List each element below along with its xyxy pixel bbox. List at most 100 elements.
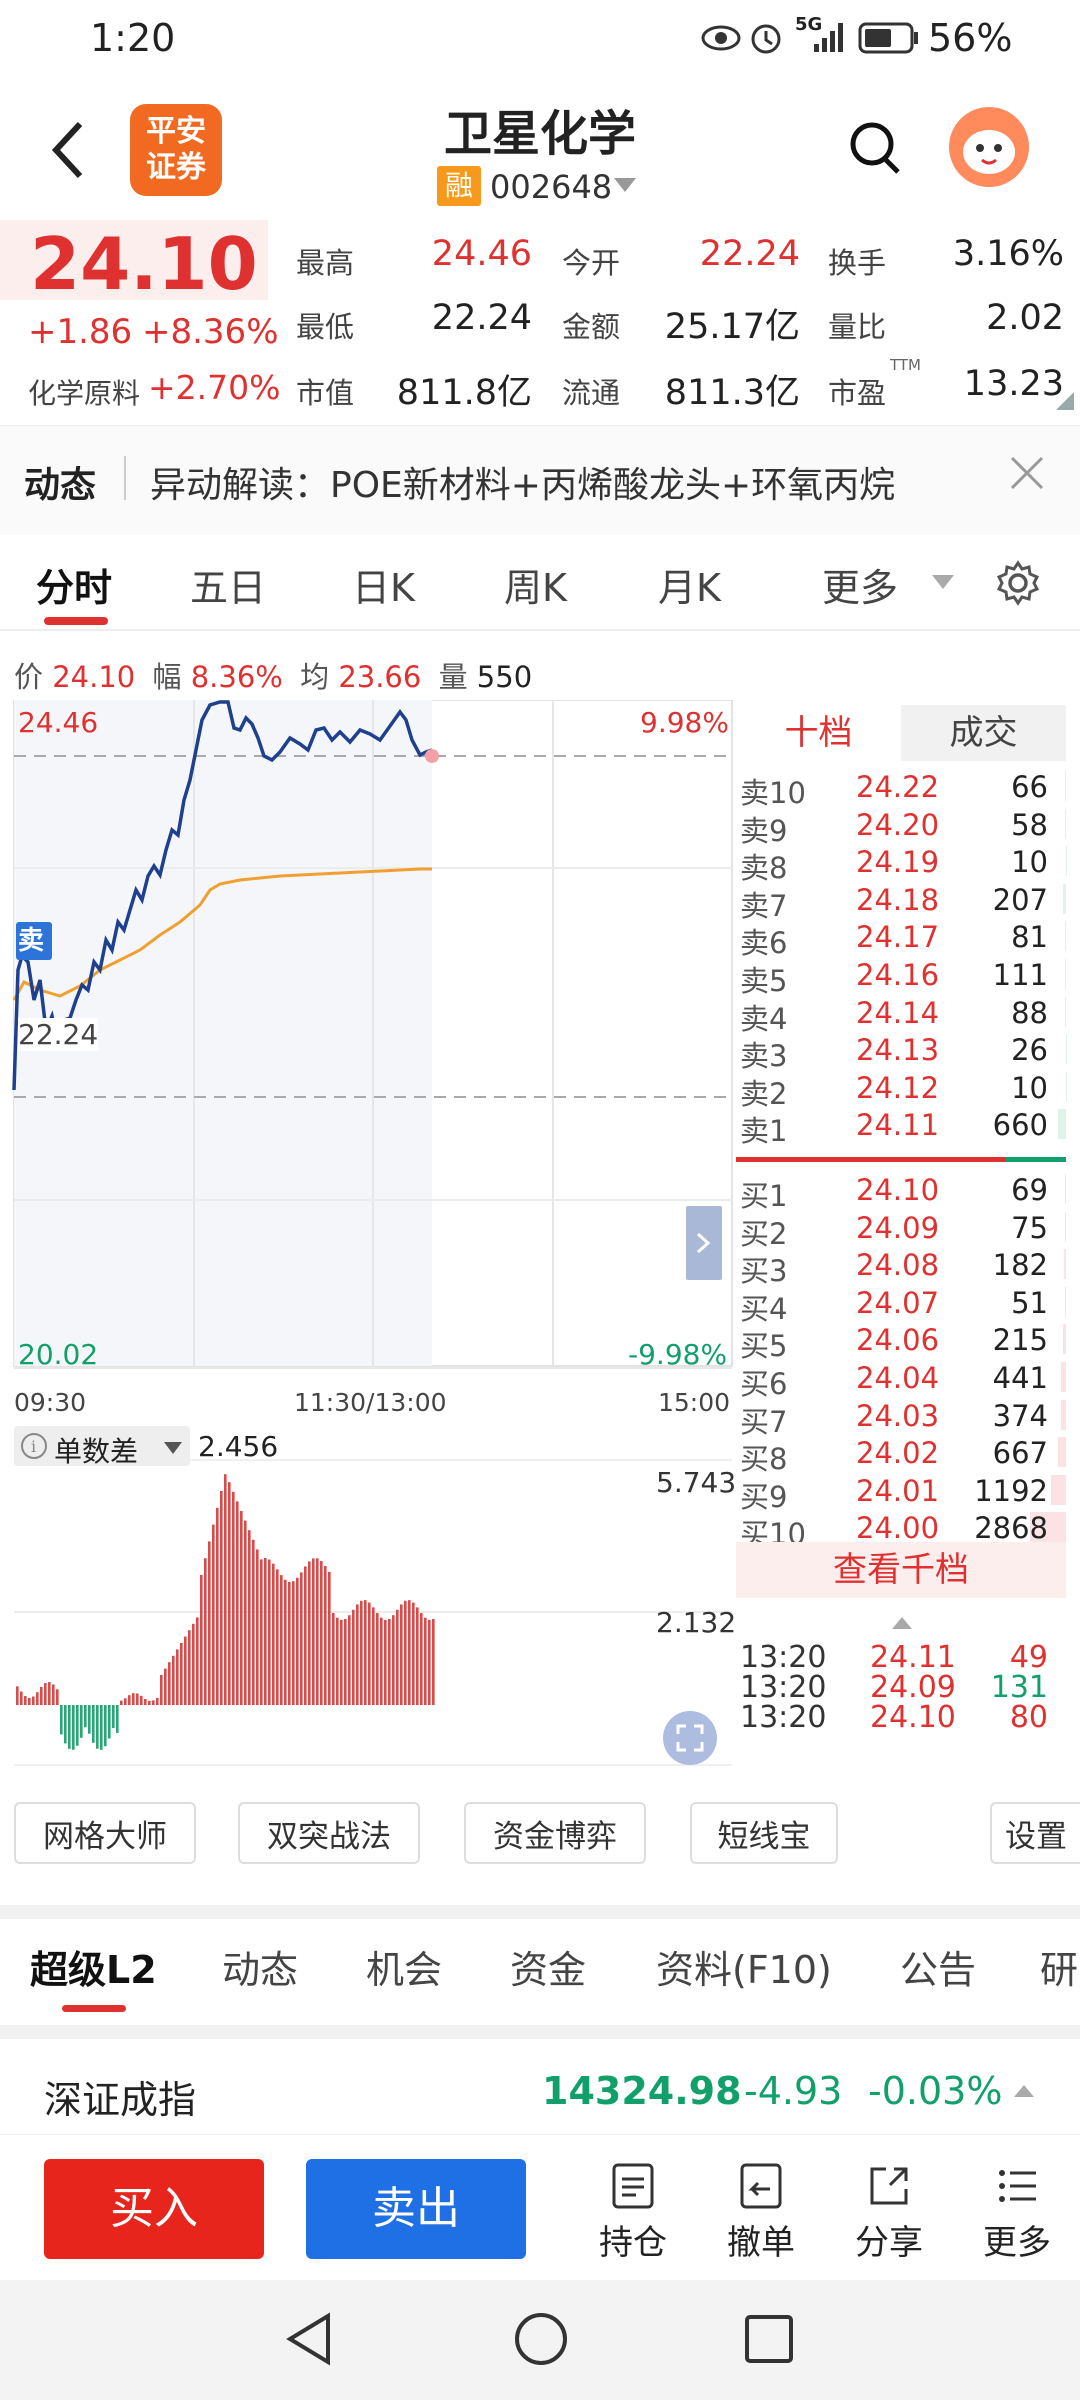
triangle-up-icon[interactable] <box>890 1615 914 1635</box>
level-price: 24.06 <box>856 1323 940 1358</box>
indicator-mid-label: 2.132 <box>656 1606 737 1639</box>
tab-announcements[interactable]: 公告 <box>900 1939 976 1994</box>
ask-row[interactable]: 卖5 24.16 111 <box>736 955 1066 998</box>
tab-intraday[interactable]: 分时 <box>36 557 112 612</box>
histogram-bar <box>364 1600 367 1705</box>
positions-button[interactable]: 持仓 <box>588 2161 678 2264</box>
info-icon[interactable]: i <box>20 1432 48 1464</box>
bid-row[interactable]: 买3 24.08 182 <box>736 1245 1066 1288</box>
tab-opportunity[interactable]: 机会 <box>366 1939 442 1994</box>
level-price: 24.13 <box>856 1033 940 1068</box>
view-depth-button[interactable]: 查看千档 <box>736 1542 1066 1598</box>
ask-row[interactable]: 卖4 24.14 88 <box>736 993 1066 1036</box>
sector-label[interactable]: 化学原料 <box>28 372 140 412</box>
bid-row[interactable]: 买8 24.02 667 <box>736 1433 1066 1476</box>
tab-research[interactable]: 研 <box>1040 1939 1078 1994</box>
tab-news[interactable]: 动态 <box>222 1939 298 1994</box>
share-button[interactable]: 分享 <box>844 2161 934 2264</box>
close-icon[interactable] <box>1008 454 1046 496</box>
triangle-up-icon[interactable] <box>1012 2083 1036 2103</box>
bid-row[interactable]: 买1 24.10 69 <box>736 1170 1066 1213</box>
book-tab-depth[interactable]: 十档 <box>736 705 901 761</box>
qty-bar <box>1065 771 1066 801</box>
recents-nav-icon[interactable] <box>742 2312 796 2370</box>
tab-funds[interactable]: 资金 <box>510 1939 586 1994</box>
home-nav-icon[interactable] <box>512 2310 570 2372</box>
ask-row[interactable]: 卖2 24.12 10 <box>736 1068 1066 1111</box>
level-price: 24.12 <box>856 1070 940 1105</box>
back-nav-icon[interactable] <box>282 2310 336 2372</box>
margin-badge: 融 <box>437 166 481 206</box>
tab-f10[interactable]: 资料(F10) <box>656 1939 832 1994</box>
bid-row[interactable]: 买7 24.03 374 <box>736 1396 1066 1439</box>
tab-five-day[interactable]: 五日 <box>190 557 266 612</box>
news-label: 动态 <box>24 465 97 506</box>
tab-super-l2[interactable]: 超级L2 <box>30 1939 157 1994</box>
histogram-bar <box>284 1579 287 1705</box>
qty-bar <box>1065 1286 1066 1317</box>
bid-row[interactable]: 买4 24.07 51 <box>736 1283 1066 1326</box>
bid-row[interactable]: 买10 24.00 2868 <box>736 1508 1066 1551</box>
histogram-bar <box>416 1607 419 1705</box>
search-icon[interactable] <box>848 120 904 182</box>
tool-short-line[interactable]: 短线宝 <box>690 1802 838 1864</box>
fullscreen-icon[interactable] <box>662 1710 718 1770</box>
level-price: 24.17 <box>856 920 940 955</box>
chevron-down-icon[interactable] <box>930 573 956 595</box>
ask-row[interactable]: 卖1 24.11 660 <box>736 1105 1066 1148</box>
tab-more[interactable]: 更多 <box>822 557 898 612</box>
cancel-order-button[interactable]: 撤单 <box>716 2161 806 2264</box>
chart-avg-value: 23.66 <box>338 660 422 694</box>
tab-active-indicator <box>44 617 108 625</box>
ask-row[interactable]: 卖3 24.13 26 <box>736 1030 1066 1073</box>
svg-text:i: i <box>31 1437 36 1456</box>
tab-weekly-k[interactable]: 周K <box>504 557 567 612</box>
more-button[interactable]: 更多 <box>972 2161 1062 2264</box>
gear-icon[interactable] <box>994 559 1042 611</box>
bid-row[interactable]: 买5 24.06 215 <box>736 1320 1066 1363</box>
tool-grid-master[interactable]: 网格大师 <box>14 1802 196 1864</box>
bid-row[interactable]: 买2 24.09 75 <box>736 1208 1066 1251</box>
level-qty: 207 <box>992 882 1048 917</box>
ask-row[interactable]: 卖8 24.19 10 <box>736 842 1066 885</box>
histogram-bar <box>304 1566 307 1705</box>
avatar[interactable] <box>948 106 1030 192</box>
chevron-down-icon[interactable] <box>612 176 638 198</box>
open-value: 22.24 <box>699 234 800 274</box>
ask-row[interactable]: 卖6 24.17 81 <box>736 917 1066 960</box>
ask-row[interactable]: 卖10 24.22 66 <box>736 767 1066 810</box>
chart-range-label: 幅 <box>152 660 182 694</box>
index-ticker[interactable]: 深证成指 14324.98 -4.93 -0.03% <box>0 2025 1080 2135</box>
ask-row[interactable]: 卖7 24.18 207 <box>736 880 1066 923</box>
sell-button[interactable]: 卖出 <box>306 2159 526 2259</box>
histogram-bar <box>396 1609 399 1705</box>
tab-daily-k[interactable]: 日K <box>352 557 415 612</box>
buy-button[interactable]: 买入 <box>44 2159 264 2259</box>
battery-icon <box>858 20 920 64</box>
tool-fund-game[interactable]: 资金博弈 <box>464 1802 646 1864</box>
bid-row[interactable]: 买9 24.01 1192 <box>736 1471 1066 1514</box>
time-end-label: 15:00 <box>658 1388 731 1417</box>
sell-marker[interactable]: 卖 <box>18 920 44 957</box>
ask-row[interactable]: 卖9 24.20 58 <box>736 805 1066 848</box>
back-icon[interactable] <box>48 118 88 186</box>
chevron-right-icon <box>696 1232 711 1254</box>
tool-double-breakout[interactable]: 双突战法 <box>238 1802 420 1864</box>
news-ticker[interactable]: 动态 异动解读：POE新材料+丙烯酸龙头+环氧丙烷 <box>0 425 1080 535</box>
status-bar: 1:20 5G 56% <box>0 0 1080 80</box>
tool-settings[interactable]: 设置 <box>990 1802 1080 1864</box>
intraday-chart[interactable]: 价 24.10 幅 8.36% 均 23.66 量 550 24.46 9.98… <box>0 640 740 1770</box>
tab-monthly-k[interactable]: 月K <box>658 557 721 612</box>
eye-icon <box>700 20 742 65</box>
indicator-selector[interactable]: i 单数差 <box>14 1426 190 1468</box>
histogram-bar <box>252 1539 255 1705</box>
bid-row[interactable]: 买6 24.04 441 <box>736 1358 1066 1401</box>
news-text[interactable]: 异动解读：POE新材料+丙烯酸龙头+环氧丙烷 <box>150 456 895 508</box>
book-tab-trades[interactable]: 成交 <box>901 705 1066 761</box>
qty-bar <box>1064 959 1066 989</box>
sector-change[interactable]: +2.70% <box>148 368 280 407</box>
histogram-bar <box>256 1549 259 1705</box>
expand-corner-icon[interactable] <box>1056 392 1074 414</box>
turnover-value: 3.16% <box>952 234 1064 274</box>
expand-book-tab[interactable] <box>686 1206 722 1280</box>
